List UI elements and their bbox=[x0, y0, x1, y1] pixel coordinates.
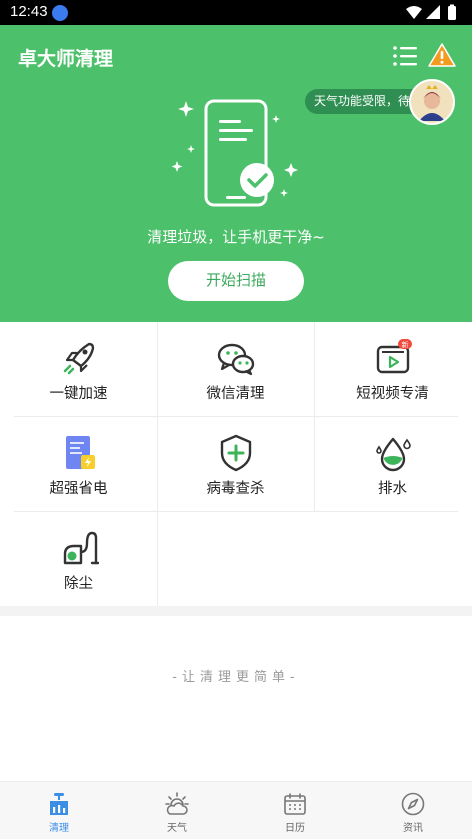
warning-icon[interactable] bbox=[428, 42, 456, 68]
weather-icon bbox=[165, 792, 189, 815]
short-video-icon: 新 bbox=[376, 339, 412, 374]
phone-clean-illustration bbox=[171, 99, 298, 207]
header-banner: 卓大师清理 天气功能受限，待修复! 清理垃圾，让手机更干净~ 开始扫描 bbox=[0, 25, 472, 322]
feature-label: 短视频专清 bbox=[356, 386, 429, 402]
bottom-nav: 清理 天气 日历 资讯 bbox=[0, 781, 472, 839]
app-title: 卓大师清理 bbox=[18, 48, 114, 70]
nav-clean[interactable]: 清理 bbox=[0, 782, 118, 839]
feature-short-video-clean[interactable]: 新 短视频专清 bbox=[314, 322, 471, 417]
status-bar: 12:43 bbox=[0, 0, 472, 25]
broom-icon bbox=[50, 793, 68, 815]
list-menu-icon[interactable] bbox=[392, 44, 418, 68]
battery-saver-icon bbox=[65, 436, 95, 469]
calendar-icon bbox=[284, 793, 306, 815]
wifi-icon bbox=[406, 6, 422, 19]
avatar[interactable] bbox=[409, 79, 455, 125]
nav-weather[interactable]: 天气 bbox=[118, 782, 236, 839]
feature-grid: 一键加速 微信清理 新 短视频专清 超强省电 病毒查杀 排水 除尘 bbox=[0, 322, 472, 606]
tagline: 清理垃圾，让手机更干净~ bbox=[147, 228, 325, 246]
nav-label: 资讯 bbox=[403, 823, 423, 834]
status-time: 12:43 bbox=[10, 3, 48, 20]
shield-plus-icon bbox=[220, 434, 251, 472]
notification-icon bbox=[52, 5, 68, 21]
status-icons bbox=[404, 4, 464, 25]
vacuum-icon bbox=[63, 531, 99, 565]
compass-icon bbox=[401, 792, 425, 816]
wechat-icon bbox=[217, 343, 254, 376]
feature-label: 超强省电 bbox=[49, 481, 108, 497]
feature-label: 除尘 bbox=[64, 576, 93, 592]
rocket-icon bbox=[63, 342, 94, 375]
section-separator bbox=[0, 606, 472, 616]
nav-label: 天气 bbox=[167, 823, 187, 834]
feature-wechat-clean[interactable]: 微信清理 bbox=[157, 322, 314, 417]
feature-label: 微信清理 bbox=[206, 386, 265, 402]
feature-antivirus[interactable]: 病毒查杀 bbox=[157, 417, 314, 512]
nav-news[interactable]: 资讯 bbox=[354, 782, 472, 839]
new-badge: 新 bbox=[401, 340, 408, 349]
feature-dust-removal[interactable]: 除尘 bbox=[0, 512, 157, 607]
feature-label: 一键加速 bbox=[49, 386, 108, 402]
feature-battery-saver[interactable]: 超强省电 bbox=[0, 417, 157, 512]
nav-label: 日历 bbox=[285, 823, 305, 834]
signal-icon bbox=[426, 5, 440, 19]
feature-label: 排水 bbox=[378, 481, 407, 497]
slogan: -让清理更简单- bbox=[172, 670, 300, 685]
battery-icon bbox=[448, 6, 456, 20]
feature-drain-water[interactable]: 排水 bbox=[314, 417, 471, 512]
nav-label: 清理 bbox=[49, 823, 69, 834]
feature-speed-boost[interactable]: 一键加速 bbox=[0, 322, 157, 417]
nav-calendar[interactable]: 日历 bbox=[236, 782, 354, 839]
start-scan-button[interactable]: 开始扫描 bbox=[168, 261, 304, 301]
water-drop-icon bbox=[375, 437, 411, 472]
feature-label: 病毒查杀 bbox=[206, 481, 265, 497]
